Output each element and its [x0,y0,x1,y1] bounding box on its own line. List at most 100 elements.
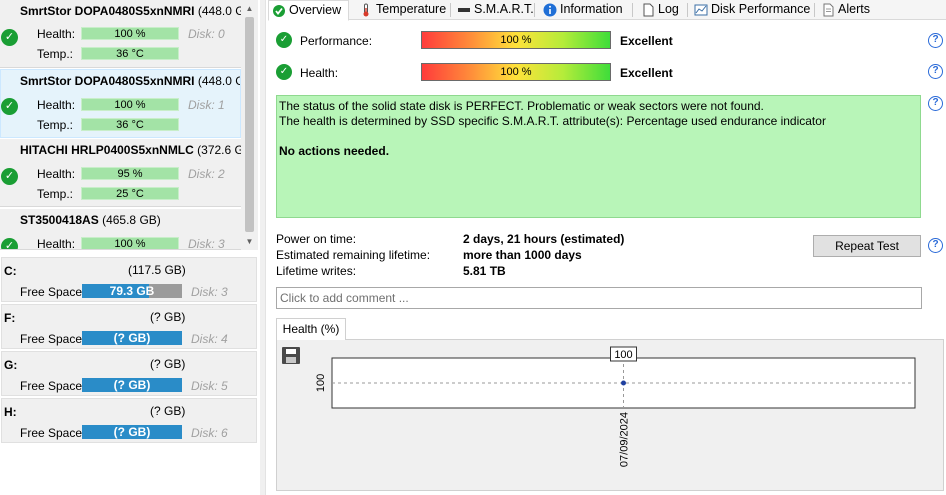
volume-capacity: (? GB) [150,310,186,324]
temp-label: Temp.: [37,47,74,61]
disk-number: Disk: 0 [188,27,225,41]
volume-letter: G: [4,358,18,372]
thermometer-icon [363,3,369,17]
check-icon: ✓ [276,32,292,48]
tab-separator [534,3,535,17]
health-label: Health: [37,98,76,112]
tab-separator [687,3,688,17]
disk-name: HITACHI HRLP0400S5xnNMLC [20,143,194,157]
tab-disk-performance[interactable]: Disk Performance [691,0,810,20]
free-space-bar: (? GB) [82,425,182,439]
health-bar: 100 % [81,27,179,40]
health-label: Health: [37,167,76,181]
disk-name: SmrtStor DOPA0480S5xnNMRI [20,4,195,18]
disk-title: HITACHI HRLP0400S5xnNMLC (372.6 GB [20,143,241,157]
help-icon[interactable]: ? [928,96,943,111]
x-tick-label: 07/09/2024 [619,412,631,467]
smart-icon [458,8,470,12]
alerts-icon [823,3,834,17]
overview-content: ✓ Performance: 100 % Excellent ? ✓ Healt… [268,21,946,495]
disk-number: Disk: 2 [188,167,225,181]
tab-separator [814,3,815,17]
disk-title: ST3500418AS (465.8 GB) [20,213,161,227]
health-rating: Excellent [620,66,673,80]
tab-temperature[interactable]: Temperature [356,0,446,20]
tab-log[interactable]: Log [638,0,679,20]
tab-separator [632,3,633,17]
health-bar: 100 % [81,237,179,249]
panel-splitter[interactable] [260,0,266,495]
disk-capacity: (448.0 G [197,4,241,18]
health-label: Health: [300,66,339,80]
disk-card-1[interactable]: SmrtStor DOPA0480S5xnNMRI (448.0 G ✓ Hea… [0,69,241,138]
chart-icon [694,4,708,16]
temp-label: Temp.: [37,187,74,201]
free-space-label: Free Space [20,332,83,346]
comment-input[interactable] [276,287,922,309]
volume-capacity: (? GB) [150,357,186,371]
tab-smart[interactable]: S.M.A.R.T. [454,0,534,20]
data-point [621,380,626,386]
performance-rating: Excellent [620,34,673,48]
remaining-lifetime-label: Estimated remaining lifetime: [276,248,431,262]
disk-name: SmrtStor DOPA0480S5xnNMRI [20,74,195,88]
disk-capacity: (448.0 G [197,74,241,88]
power-on-label: Power on time: [276,232,357,246]
disk-card-3[interactable]: ST3500418AS (465.8 GB) ✓ Health: 100 % D… [0,209,241,250]
help-icon[interactable]: ? [928,238,943,253]
volume-disk-number: Disk: 3 [191,285,228,299]
health-row: ✓ Health: 100 % Excellent [276,63,936,83]
help-icon[interactable]: ? [928,33,943,48]
volume-disk-number: Disk: 5 [191,379,228,393]
temp-bar: 25 °C [81,187,179,200]
tab-label: Disk Performance [711,2,811,16]
tab-label: Log [658,2,679,16]
tab-alerts[interactable]: Alerts [818,0,870,20]
tab-information[interactable]: Information [540,0,623,20]
lifetime-writes-label: Lifetime writes: [276,264,357,278]
check-icon: ✓ [276,64,292,80]
volume-card-h[interactable]: H: (? GB) Free Space (? GB) Disk: 6 [1,398,257,443]
volume-card-g[interactable]: G: (? GB) Free Space (? GB) Disk: 5 [1,351,257,396]
repeat-test-button[interactable]: Repeat Test [813,235,921,257]
health-bar: 100 % [421,63,611,81]
scroll-down-icon[interactable]: ▼ [241,233,258,250]
performance-label: Performance: [300,34,373,48]
health-label: Health: [37,27,76,41]
free-space-label: Free Space [20,285,83,299]
free-space-label: Free Space [20,379,83,393]
status-line: The status of the solid state disk is PE… [279,99,764,113]
disk-card-2[interactable]: HITACHI HRLP0400S5xnNMLC (372.6 GB ✓ Hea… [0,139,241,207]
overview-icon [273,5,285,17]
disk-title: SmrtStor DOPA0480S5xnNMRI (448.0 G [20,74,241,88]
volume-card-f[interactable]: F: (? GB) Free Space (? GB) Disk: 4 [1,304,257,349]
help-icon[interactable]: ? [928,64,943,79]
disk-name: ST3500418AS [20,213,99,227]
tab-overview[interactable]: Overview [268,0,349,21]
tab-label: S.M.A.R.T. [474,2,534,16]
tab-label: Information [560,2,623,16]
tab-label: Overview [289,3,342,17]
volume-disk-number: Disk: 4 [191,332,228,346]
health-chart-frame: 100 07/09/2024 100 [276,339,944,491]
tab-health-chart[interactable]: Health (%) [276,318,346,340]
free-space-value: 79.3 GB [109,284,155,298]
tab-label: Alerts [838,2,870,16]
status-line: The health is determined by SSD specific… [279,114,826,128]
disk-card-0[interactable]: SmrtStor DOPA0480S5xnNMRI (448.0 G ✓ Hea… [0,0,241,68]
free-space-value: (? GB) [113,425,151,439]
health-bar: 95 % [81,167,179,180]
health-ok-icon: ✓ [1,98,18,115]
scroll-up-icon[interactable]: ▲ [241,0,258,17]
volume-card-c[interactable]: C: (117.5 GB) Free Space 79.3 GB Disk: 3 [1,257,257,302]
health-ok-icon: ✓ [1,168,18,185]
health-bar: 100 % [81,98,179,111]
remaining-lifetime-value: more than 1000 days [463,248,582,262]
performance-row: ✓ Performance: 100 % Excellent [276,31,936,51]
free-space-bar: (? GB) [82,378,182,392]
scroll-thumb[interactable] [245,17,254,232]
free-space-value: (? GB) [113,331,151,345]
disk-list-scrollbar[interactable]: ▲ ▼ [241,0,258,250]
disk-title: SmrtStor DOPA0480S5xnNMRI (448.0 G [20,4,241,18]
temp-label: Temp.: [37,118,74,132]
